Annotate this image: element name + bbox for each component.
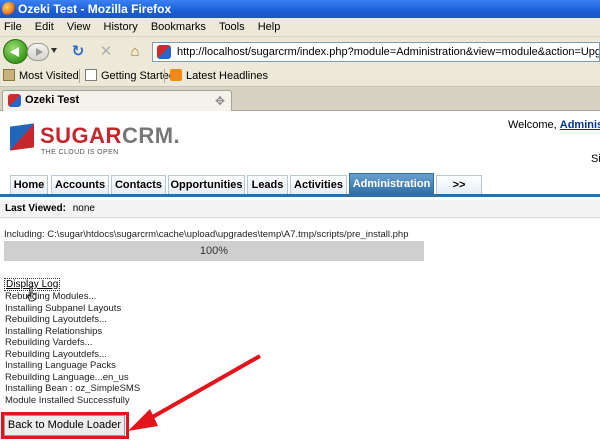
page-content: SUGARCRM. THE CLOUD IS OPEN Welcome, Adm…: [0, 111, 600, 445]
window-titlebar: Ozeki Test - Mozilla Firefox: [0, 0, 600, 18]
including-path: Including: C:\sugar\htdocs\sugarcrm\cach…: [4, 229, 409, 240]
tab-leads[interactable]: Leads: [247, 175, 288, 194]
progress-label: 100%: [199, 245, 229, 257]
forward-button[interactable]: [27, 43, 49, 61]
user-link[interactable]: Administ: [560, 119, 600, 131]
bookmark-most-visited[interactable]: Most Visited: [3, 69, 79, 83]
bookmark-getting-started[interactable]: Getting Started: [85, 69, 175, 83]
tab-contacts[interactable]: Contacts: [111, 175, 166, 194]
menu-edit[interactable]: Edit: [35, 18, 54, 37]
address-text: http://localhost/sugarcrm/index.php?modu…: [177, 46, 600, 58]
logo-cube-icon: [10, 123, 34, 151]
window-title: Ozeki Test - Mozilla Firefox: [18, 2, 172, 16]
tab-administration[interactable]: Administration: [349, 173, 434, 194]
stop-icon[interactable]: ✕: [98, 44, 114, 60]
red-arrow-annotation: [128, 354, 261, 431]
logo-crm: CRM.: [121, 123, 181, 148]
site-favicon-icon: [157, 45, 171, 59]
tab-title: Ozeki Test: [25, 94, 80, 106]
folder-icon: [3, 69, 15, 81]
log-line: Rebuilding Modules...: [5, 291, 97, 302]
logo-sugar: SUGAR: [40, 123, 122, 148]
menu-tools[interactable]: Tools: [219, 18, 245, 37]
bookmark-latest-headlines[interactable]: Latest Headlines: [170, 69, 268, 83]
reload-icon[interactable]: ↻: [70, 44, 86, 60]
install-progress-bar: 100%: [4, 241, 424, 261]
menu-bar: File Edit View History Bookmarks Tools H…: [0, 18, 600, 37]
last-viewed-label: Last Viewed:: [5, 203, 66, 214]
history-dropdown-icon[interactable]: [51, 48, 57, 53]
home-icon[interactable]: ⌂: [127, 44, 143, 60]
log-line: Rebuilding Layoutdefs...: [5, 314, 107, 325]
tab-favicon-icon: [8, 94, 21, 107]
logo-tagline: THE CLOUD IS OPEN: [41, 149, 119, 156]
navigation-toolbar: ↻ ✕ ⌂ http://localhost/sugarcrm/index.ph…: [0, 37, 600, 65]
welcome-prefix: Welcome,: [508, 119, 560, 131]
bookmark-separator: [79, 69, 80, 83]
logo-text: SUGARCRM.: [40, 123, 180, 149]
menu-bookmarks[interactable]: Bookmarks: [151, 18, 206, 37]
last-viewed-value: none: [72, 203, 95, 214]
log-line: Installing Relationships: [5, 325, 103, 337]
rss-icon: [170, 69, 182, 81]
tab-ozeki-test[interactable]: Ozeki Test: [2, 90, 232, 111]
log-line: Installing Subpanel Layouts: [5, 302, 122, 314]
tab-opportunities[interactable]: Opportunities: [168, 175, 245, 194]
back-button[interactable]: [3, 39, 28, 64]
tab-strip: Ozeki Test ✥: [0, 87, 600, 111]
bookmark-label: Latest Headlines: [186, 70, 268, 82]
header-stray-text: Si: [591, 153, 600, 165]
tab-accounts[interactable]: Accounts: [51, 175, 109, 194]
bookmark-label: Most Visited: [19, 70, 79, 82]
welcome-text: Welcome, Administ: [508, 119, 600, 131]
firefox-icon: [2, 2, 16, 16]
tab-activities[interactable]: Activities: [290, 175, 347, 194]
bookmarks-toolbar: Most Visited Getting Started Latest Head…: [0, 65, 600, 87]
tab-home[interactable]: Home: [10, 175, 48, 194]
back-to-module-loader-button[interactable]: Back to Module Loader: [4, 415, 125, 436]
address-bar[interactable]: http://localhost/sugarcrm/index.php?modu…: [152, 42, 600, 62]
module-tabs: Home Accounts Contacts Opportunities Lea…: [0, 173, 600, 197]
page-icon: [85, 69, 97, 81]
bookmark-separator: [164, 69, 165, 83]
last-viewed-bar: Last Viewed: none: [0, 200, 600, 218]
new-tab-icon[interactable]: ✥: [207, 93, 233, 109]
tab-more[interactable]: >>: [436, 175, 482, 194]
menu-file[interactable]: File: [4, 18, 22, 37]
menu-history[interactable]: History: [104, 18, 138, 37]
menu-help[interactable]: Help: [258, 18, 281, 37]
menu-view[interactable]: View: [67, 18, 91, 37]
log-line: Rebuilding Vardefs...: [5, 337, 93, 348]
